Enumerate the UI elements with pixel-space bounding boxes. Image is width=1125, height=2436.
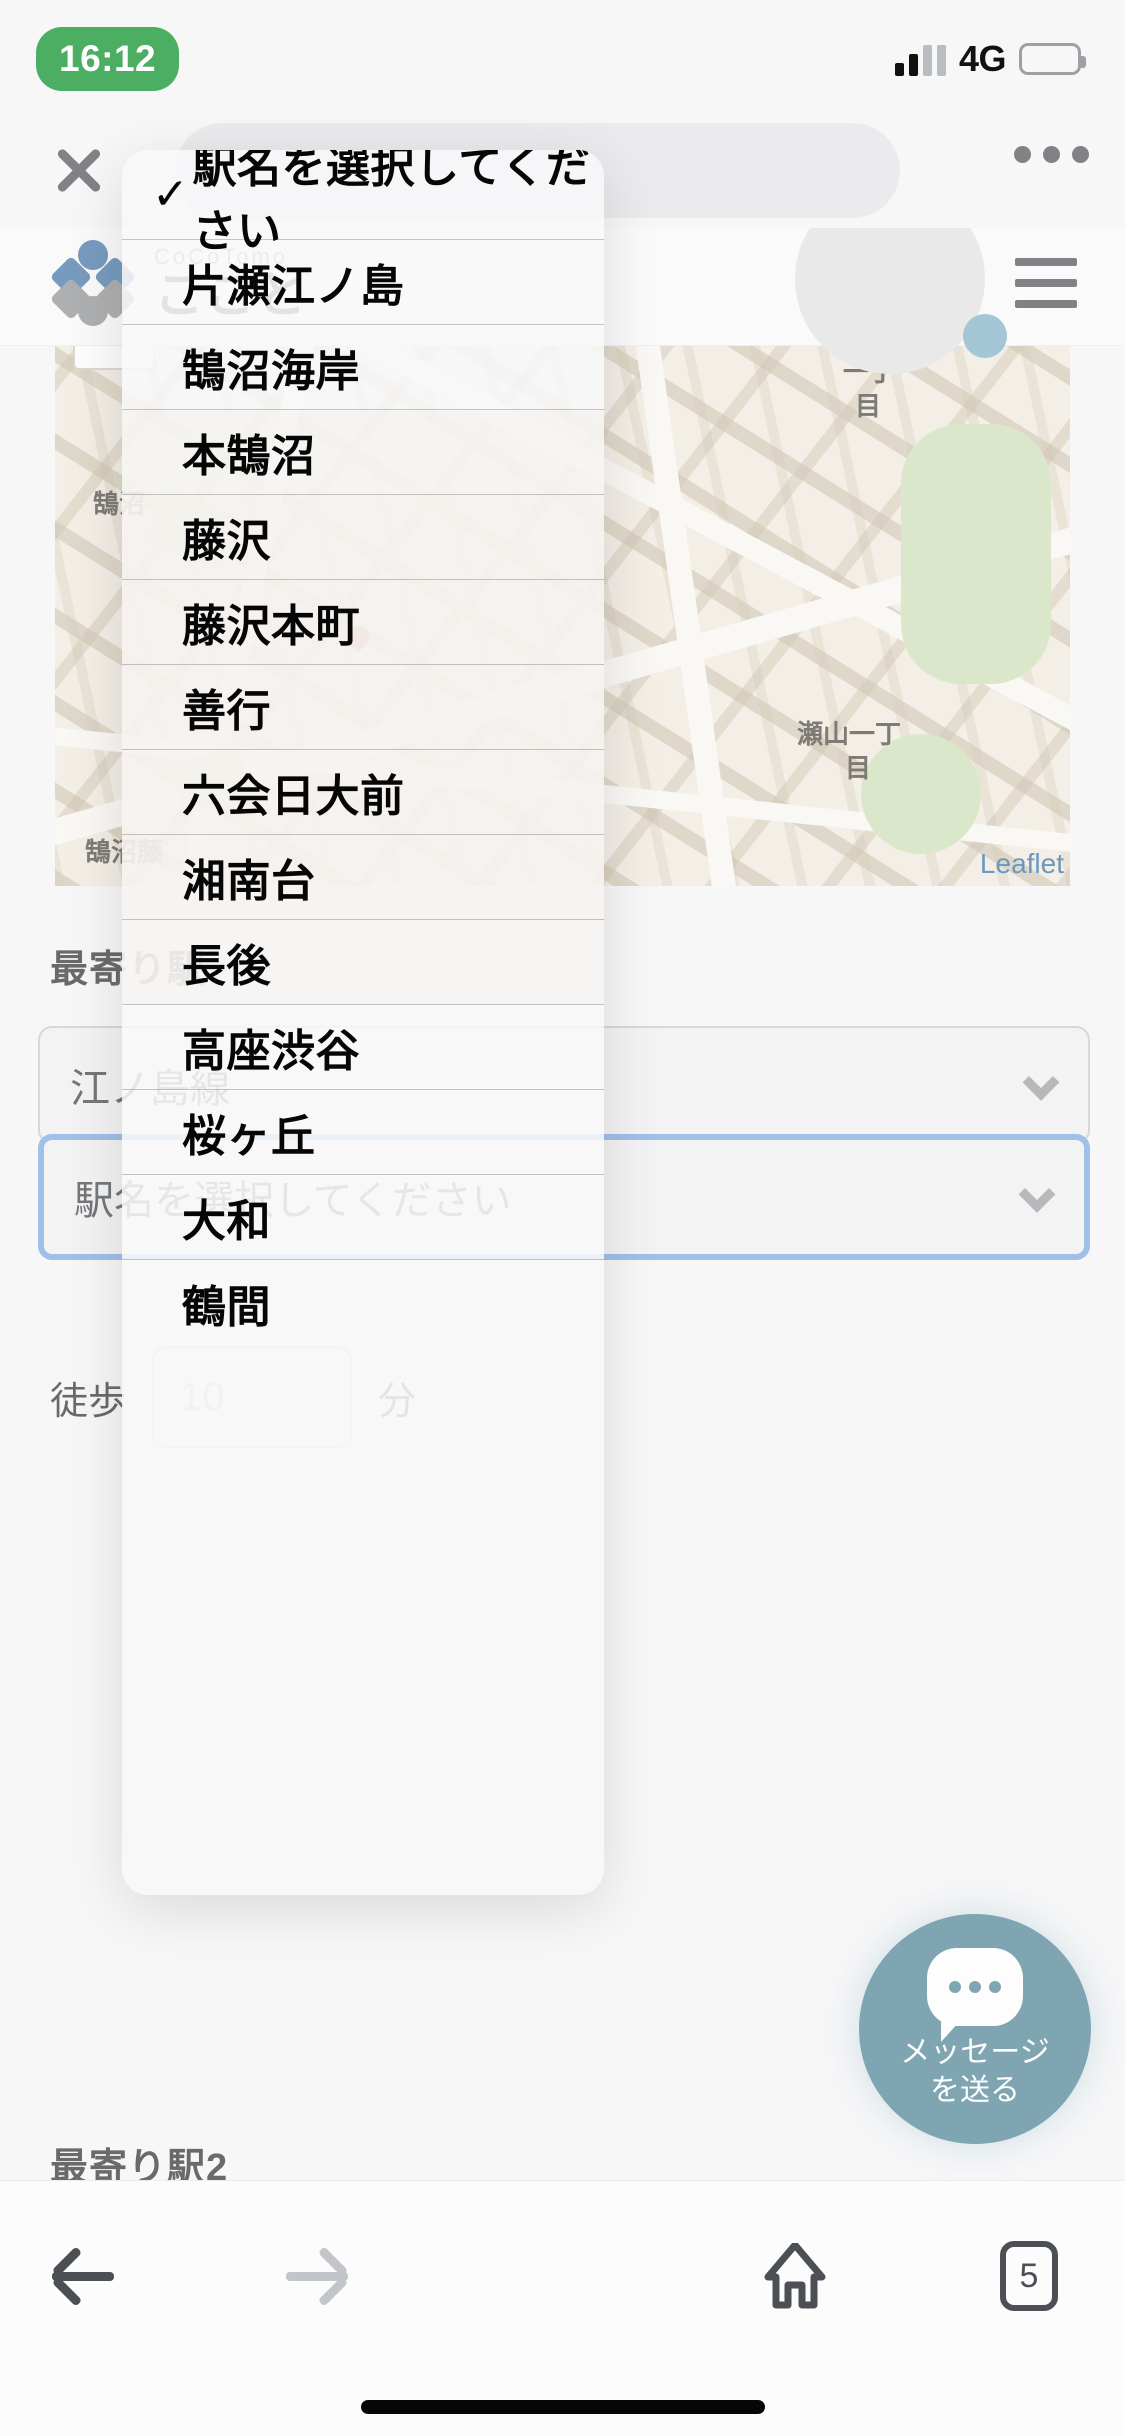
tab-count: 5 — [1019, 2256, 1039, 2295]
status-bar: 16:12 4G — [0, 0, 1125, 118]
forward-button[interactable] — [262, 2221, 372, 2331]
dropdown-option-3[interactable]: 本鵠沼 — [122, 410, 604, 495]
home-indicator — [360, 2400, 765, 2414]
dropdown-option-7[interactable]: 六会日大前 — [122, 750, 604, 835]
dropdown-option-8[interactable]: 湘南台 — [122, 835, 604, 920]
dropdown-option-label: 大和 — [182, 1197, 271, 1246]
dropdown-option-label: 湘南台 — [182, 857, 316, 906]
dropdown-option-label: 本鵠沼 — [182, 432, 316, 481]
battery-icon — [1019, 43, 1086, 75]
browser-bottom-bar: 5 — [0, 2180, 1125, 2436]
dropdown-option-13[interactable]: 鶴間 — [122, 1260, 604, 1345]
dropdown-option-9[interactable]: 長後 — [122, 920, 604, 1005]
dropdown-option-10[interactable]: 高座渋谷 — [122, 1005, 604, 1090]
home-icon — [764, 2243, 826, 2309]
dropdown-option-label: 善行 — [182, 687, 271, 736]
dropdown-option-label: 鵠沼海岸 — [182, 347, 360, 396]
dropdown-option-label: 桜ヶ丘 — [182, 1112, 316, 1161]
dropdown-option-label: 藤沢本町 — [182, 602, 360, 651]
dropdown-option-0[interactable]: ✓ 駅名を選択してください — [122, 150, 604, 256]
arrow-left-icon — [51, 2246, 114, 2307]
station-dropdown-list[interactable]: ✓ 駅名を選択してください 片瀬江ノ島 鵠沼海岸 本鵠沼 藤沢 藤沢本町 善行 六… — [122, 150, 604, 1895]
network-type-label: 4G — [958, 38, 1007, 79]
dropdown-option-5[interactable]: 藤沢本町 — [122, 580, 604, 665]
dropdown-option-1[interactable]: 片瀬江ノ島 — [122, 240, 604, 325]
dropdown-option-label: 高座渋谷 — [182, 1027, 360, 1076]
dropdown-option-12[interactable]: 大和 — [122, 1175, 604, 1260]
dropdown-option-label: 鶴間 — [182, 1282, 271, 1332]
dropdown-option-6[interactable]: 善行 — [122, 665, 604, 750]
dropdown-option-label: 長後 — [182, 942, 271, 991]
dropdown-option-4[interactable]: 藤沢 — [122, 495, 604, 580]
signal-bars-icon — [894, 42, 946, 76]
tabs-button[interactable]: 5 — [974, 2221, 1084, 2331]
tabs-icon: 5 — [1000, 2241, 1058, 2311]
check-icon: ✓ — [152, 170, 190, 219]
dropdown-option-11[interactable]: 桜ヶ丘 — [122, 1090, 604, 1175]
status-time: 16:12 — [36, 27, 180, 91]
home-button[interactable] — [740, 2221, 850, 2331]
dropdown-option-label: 藤沢 — [182, 517, 271, 566]
dropdown-option-label: 片瀬江ノ島 — [182, 262, 405, 311]
back-button[interactable] — [28, 2221, 138, 2331]
dropdown-option-2[interactable]: 鵠沼海岸 — [122, 325, 604, 410]
arrow-right-icon — [286, 2246, 349, 2307]
dropdown-option-label: 六会日大前 — [182, 772, 405, 821]
phone-screen: CoCoTomo ここと 鵠沼 鵠沼藤 一丁 目 瀬山一丁 目 Leaflet … — [0, 0, 1125, 2436]
